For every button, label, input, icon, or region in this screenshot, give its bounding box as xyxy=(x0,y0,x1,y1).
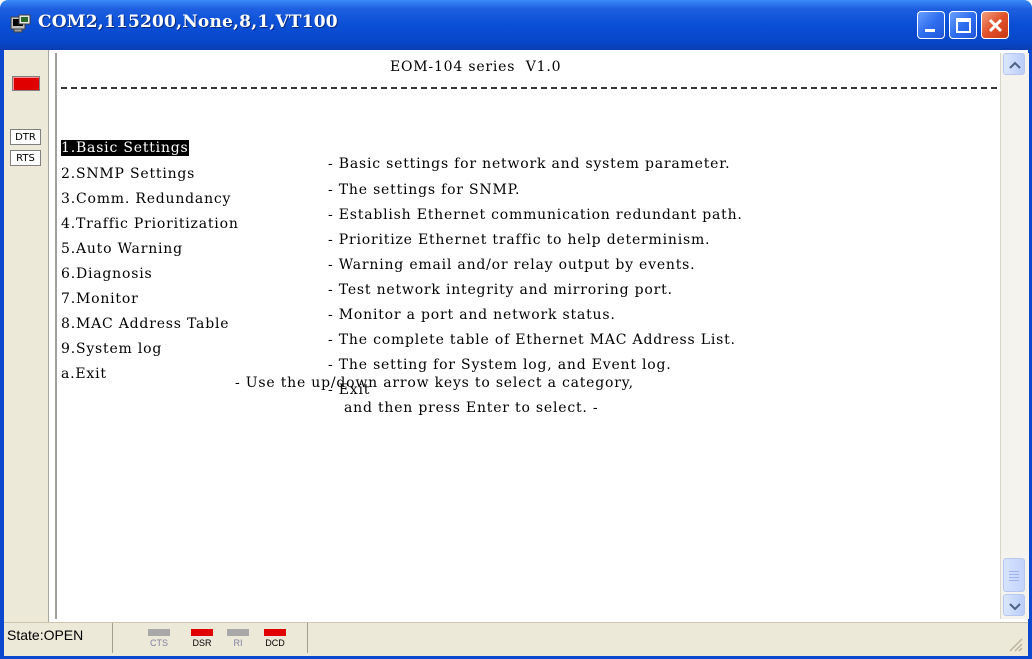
status-bar: State:OPEN CTS DSR RI DCD xyxy=(4,622,1028,656)
close-icon xyxy=(988,18,1003,33)
close-button[interactable] xyxy=(981,11,1009,39)
dtr-button[interactable]: DTR xyxy=(10,129,41,145)
minimize-icon xyxy=(925,29,935,32)
title-bar[interactable]: COM2,115200,None,8,1,VT100 xyxy=(0,0,1032,50)
menu-item-name: a.Exit xyxy=(61,366,107,382)
minimize-button[interactable] xyxy=(917,11,945,39)
scroll-thumb[interactable] xyxy=(1003,558,1025,592)
status-led xyxy=(12,76,40,91)
vertical-scrollbar[interactable] xyxy=(1000,53,1029,619)
hint-text: - Use the up/down arrow keys to select a… xyxy=(235,375,634,391)
scroll-down-button[interactable] xyxy=(1003,594,1025,616)
state-panel: State:OPEN xyxy=(4,623,113,653)
signal-panel: DTR RTS xyxy=(4,50,49,622)
scroll-up-button[interactable] xyxy=(1003,53,1025,75)
terminal-header: EOM-104 series V1.0 xyxy=(390,59,562,75)
dcd-indicator: DCD xyxy=(262,629,288,649)
chevron-up-icon xyxy=(1009,61,1021,69)
cts-indicator: CTS xyxy=(146,629,172,649)
chevron-down-icon xyxy=(1009,603,1021,611)
connection-state: State:OPEN xyxy=(7,627,84,643)
maximize-button[interactable] xyxy=(949,11,977,39)
rts-button[interactable]: RTS xyxy=(10,150,41,166)
ri-indicator: RI xyxy=(225,629,251,649)
resize-grip-icon[interactable] xyxy=(1004,633,1024,653)
dsr-indicator: DSR xyxy=(189,629,215,649)
hint-text-2: and then press Enter to select. - xyxy=(344,400,599,416)
divider xyxy=(61,87,997,89)
status-panel-empty xyxy=(307,623,848,653)
maximize-icon xyxy=(956,18,971,33)
terminal-app-icon xyxy=(10,14,31,33)
terminal-screen[interactable]: EOM-104 series V1.0 1.Basic Settings - B… xyxy=(55,53,1001,619)
window-title: COM2,115200,None,8,1,VT100 xyxy=(38,12,338,32)
